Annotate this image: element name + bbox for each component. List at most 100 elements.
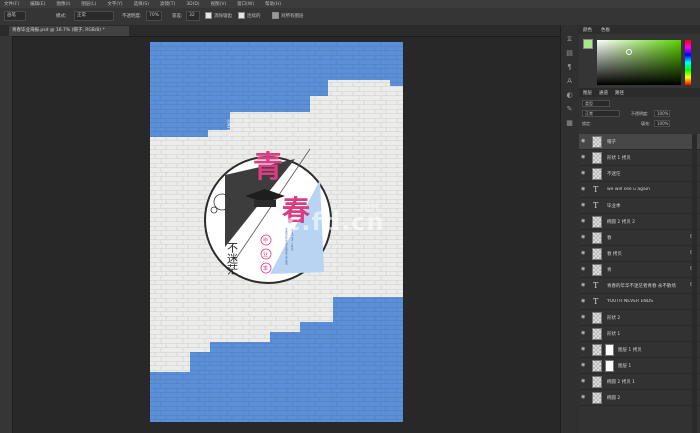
layer-row[interactable]: ◉春fx — [579, 230, 700, 246]
menu-item[interactable]: 滤镜(T) — [160, 1, 175, 7]
layer-row[interactable]: ◉ 形状 1 拷贝 — [579, 150, 700, 166]
layer-row[interactable]: ◉ 椭圆 2 — [579, 390, 700, 406]
menu-item[interactable]: 文字(Y) — [107, 1, 122, 7]
document-tab[interactable]: 青春毕业海报.psd @ 16.7% (帽子, RGB/8) * — [9, 26, 129, 36]
document-tab-title: 青春毕业海报.psd @ 16.7% (帽子, RGB/8) * — [12, 28, 105, 33]
hue-slider[interactable] — [685, 40, 691, 85]
menu-item[interactable]: 编辑(E) — [30, 1, 45, 7]
layer-row[interactable]: ◉ T YOUTH NEVER ENDS — [579, 294, 700, 310]
visibility-eye-icon[interactable]: ◉ — [581, 331, 587, 336]
color-panel: 颜色 色板 — [579, 25, 700, 88]
graduation-cap-base — [254, 200, 276, 207]
opacity-input[interactable]: 70% — [146, 11, 162, 21]
lock-label: 锁定: — [582, 121, 592, 126]
layer-row[interactable]: ◉ 形状 1 — [579, 326, 700, 342]
menu-item[interactable]: 图层(L) — [81, 1, 96, 7]
styles-icon[interactable]: ▦ — [565, 119, 574, 128]
visibility-eye-icon[interactable]: ◉ — [581, 395, 587, 400]
antialias-checkbox[interactable] — [205, 12, 212, 19]
visibility-eye-icon[interactable]: ◉ — [581, 171, 587, 176]
visibility-eye-icon[interactable]: ◉ — [581, 283, 587, 288]
mode-label: 模式: — [56, 14, 67, 19]
adjustments-icon[interactable]: ◐ — [565, 91, 574, 100]
layer-row[interactable]: ◉ T 毕业季 — [579, 198, 700, 214]
watermark-subtext: 现代 — [360, 202, 380, 213]
menu-item[interactable]: 窗口(W) — [237, 1, 254, 7]
history-icon[interactable]: ⧖ — [565, 35, 574, 44]
contiguous-checkbox[interactable] — [238, 12, 245, 19]
tab-channels[interactable]: 通道 — [599, 90, 608, 96]
layer-mask-thumbnail[interactable] — [605, 344, 614, 356]
layer-opacity-input[interactable]: 100% — [654, 110, 670, 117]
layer-name: 春 拷贝 — [607, 252, 622, 257]
menu-item[interactable]: 视图(V) — [211, 1, 227, 7]
paragraph-icon[interactable]: ¶ — [565, 63, 574, 72]
panel-icon-strip: ⧖ ▤ ¶ A ◐ ✎ ▦ — [560, 25, 580, 433]
layer-row[interactable]: ◉T青春的年华不迷茫者青春 永不散场fx — [579, 278, 700, 294]
foreground-swatch[interactable] — [583, 39, 593, 49]
menu-item[interactable]: 帮助(H) — [265, 1, 281, 7]
tab-paths[interactable]: 路径 — [615, 90, 624, 96]
layer-mask-thumbnail[interactable] — [605, 360, 614, 372]
character-icon[interactable]: A — [565, 77, 574, 86]
layer-name: 图层 1 拷贝 — [618, 348, 642, 353]
blend-mode-select[interactable]: 正常 — [582, 110, 620, 117]
fill-input[interactable]: 100% — [654, 120, 670, 127]
menu-item[interactable]: 选择(S) — [134, 1, 149, 7]
tab-swatches[interactable]: 色板 — [601, 27, 610, 33]
visibility-eye-icon[interactable]: ◉ — [581, 219, 587, 224]
tolerance-input[interactable]: 32 — [186, 11, 200, 21]
visibility-eye-icon[interactable]: ◉ — [581, 155, 587, 160]
tab-layers[interactable]: 图层 — [583, 90, 592, 96]
color-picker-cursor[interactable] — [626, 49, 632, 55]
layer-row[interactable]: ◉ 图层 1 — [579, 358, 700, 374]
layer-thumbnail — [592, 360, 602, 372]
layer-opacity-label: 不透明度: — [631, 111, 649, 116]
layer-row[interactable]: ◉ 椭圆 2 拷贝 2 — [579, 214, 700, 230]
layer-row[interactable]: ◉ 不迷茫 — [579, 166, 700, 182]
visibility-eye-icon[interactable]: ◉ — [581, 235, 587, 240]
visibility-eye-icon[interactable]: ◉ — [581, 203, 587, 208]
layer-row[interactable]: ◉ 帽子 — [579, 134, 700, 150]
layer-thumbnail — [592, 232, 602, 244]
visibility-eye-icon[interactable]: ◉ — [581, 363, 587, 368]
layer-filter-value: 类型 — [585, 101, 593, 106]
layer-thumbnail — [592, 216, 602, 228]
visibility-eye-icon[interactable]: ◉ — [581, 315, 587, 320]
layer-name: 春 — [607, 236, 612, 241]
layer-row[interactable]: ◉ 形状 2 — [579, 310, 700, 326]
visibility-eye-icon[interactable]: ◉ — [581, 139, 587, 144]
layer-row[interactable]: ◉ 椭圆 2 拷贝 1 — [579, 374, 700, 390]
layer-row[interactable]: ◉春 拷贝fx — [579, 246, 700, 262]
tool-preset-picker[interactable]: 画笔 — [4, 11, 26, 21]
menu-item[interactable]: 文件(F) — [4, 1, 19, 7]
layer-filter-select[interactable]: 类型 — [582, 100, 610, 107]
visibility-eye-icon[interactable]: ◉ — [581, 251, 587, 256]
all-layers-checkbox[interactable] — [272, 12, 279, 19]
fill-label: 填充: — [641, 121, 651, 126]
layer-row[interactable]: ◉青fx — [579, 262, 700, 278]
properties-icon[interactable]: ▤ — [565, 49, 574, 58]
visibility-eye-icon[interactable]: ◉ — [581, 187, 587, 192]
visibility-eye-icon[interactable]: ◉ — [581, 299, 587, 304]
visibility-eye-icon[interactable]: ◉ — [581, 379, 587, 384]
layer-row[interactable]: ◉ 图层 1 拷贝 — [579, 342, 700, 358]
visibility-eye-icon[interactable]: ◉ — [581, 267, 587, 272]
layer-thumbnail — [592, 136, 602, 148]
menu-item[interactable]: 3D(D) — [186, 2, 199, 7]
opacity-value: 70% — [149, 13, 160, 18]
layers-panel-tabs: 图层 通道 路径 — [579, 88, 700, 97]
brush-settings-icon[interactable]: ✎ — [565, 105, 574, 114]
color-field[interactable] — [597, 40, 681, 85]
layer-thumbnail — [592, 392, 602, 404]
layer-name: 帽子 — [607, 140, 616, 145]
opacity-label: 不透明度: — [122, 14, 142, 19]
tab-color[interactable]: 颜色 — [583, 27, 592, 33]
layer-name: 形状 1 拷贝 — [607, 156, 631, 161]
mode-select[interactable]: 正常 — [74, 11, 114, 21]
layer-row[interactable]: ◉ Twe will see u again — [579, 182, 700, 198]
menu-item[interactable]: 图像(I) — [56, 1, 70, 7]
layers-scrollbar[interactable] — [692, 134, 697, 433]
visibility-eye-icon[interactable]: ◉ — [581, 347, 587, 352]
layer-name: 毕业季 — [607, 204, 621, 209]
